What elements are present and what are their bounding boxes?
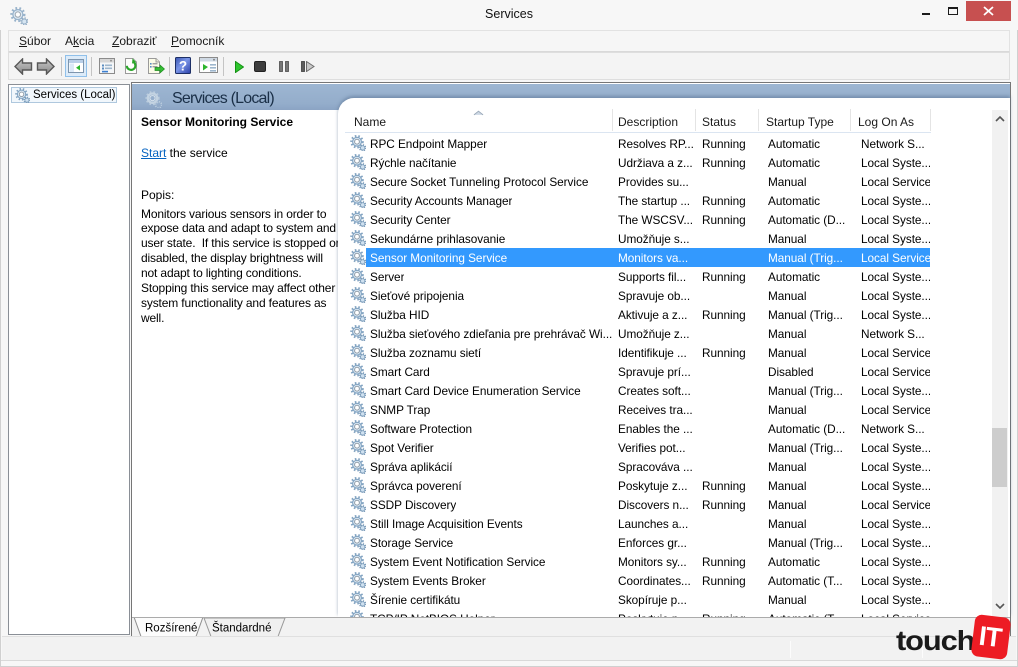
svg-text:Rozšírené: Rozšírené: [145, 623, 197, 635]
svg-text:?: ?: [179, 59, 187, 74]
svg-text:Štandardné: Štandardné: [212, 622, 271, 635]
